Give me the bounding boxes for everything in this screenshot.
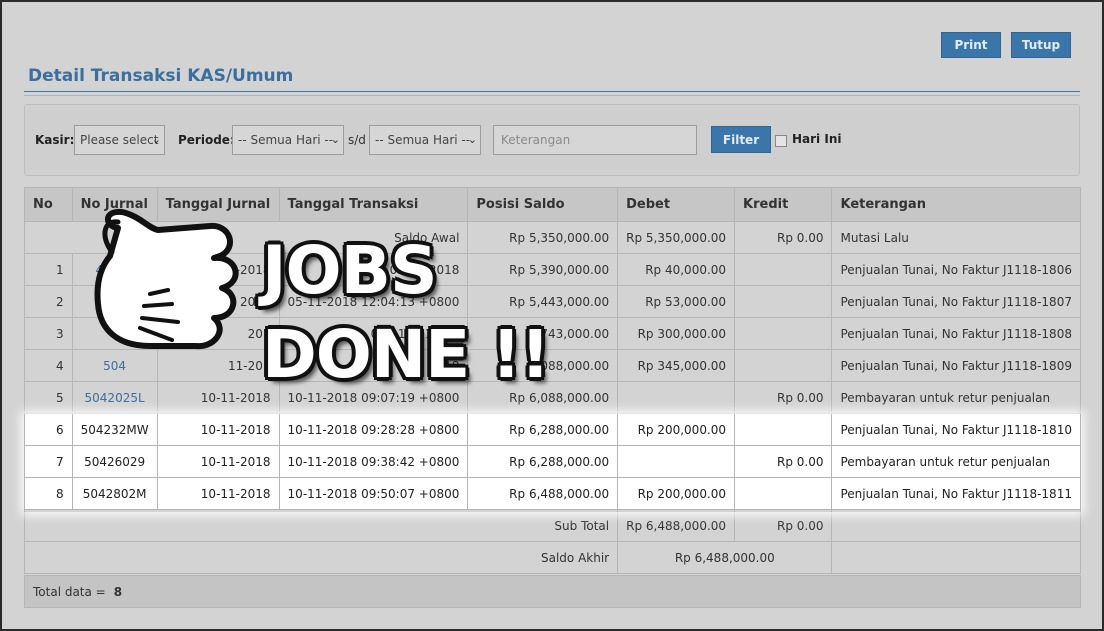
row-keterangan: Penjualan Tunai, No Faktur J1118-1808	[831, 317, 1081, 350]
row-tanggal-transaksi: 10-11-2018 09:28:28 +0800	[278, 413, 469, 446]
table-row: 8 5042802M 10-11-2018 10-11-2018 09:50:07 +…	[24, 477, 1081, 510]
hari-ini-checkbox[interactable]	[775, 135, 787, 147]
total-data-value: 8	[113, 584, 123, 599]
row-jurnal[interactable]: 5042802M	[71, 477, 158, 510]
row-kredit: Rp 0.00	[734, 445, 833, 478]
total-data-label: Total data =	[33, 584, 106, 599]
col-header[interactable]: Debet	[617, 187, 736, 222]
row-debet	[617, 381, 736, 414]
row-jurnal[interactable]: 50426029	[71, 445, 158, 478]
row-tanggal-jurnal: 10-11-2018	[156, 477, 280, 510]
sd-label: s/d	[348, 133, 366, 147]
row-tanggal-transaksi: 10-11-2018 09:50:07 +0800	[278, 477, 469, 510]
keterangan-input[interactable]: Keterangan	[493, 125, 697, 155]
row-keterangan: Pembayaran untuk retur penjualan	[831, 381, 1081, 414]
row-kredit	[734, 253, 833, 286]
hari-ini-label: Hari Ini	[792, 132, 842, 146]
sub-total-row: Sub Total Rp 6,488,000.00 Rp 0.00	[23, 509, 1081, 542]
row-kredit	[734, 413, 833, 446]
saldo-awal-posisi: Rp 5,350,000.00	[467, 221, 619, 254]
col-header[interactable]: Keterangan	[831, 187, 1081, 222]
saldo-awal-kredit: Rp 0.00	[734, 221, 833, 254]
row-debet: Rp 40,000.00	[617, 253, 736, 286]
row-debet	[617, 445, 736, 478]
row-debet: Rp 200,000.00	[617, 413, 736, 446]
row-posisi-saldo: Rp 5,443,000.00	[467, 285, 619, 318]
col-header[interactable]: Posisi Saldo	[467, 187, 619, 222]
sub-total-kredit: Rp 0.00	[734, 509, 833, 542]
saldo-akhir-label: Saldo Akhir	[23, 541, 619, 574]
table-row: 7 50426029 10-11-2018 10-11-2018 09:38:42 +…	[24, 445, 1081, 478]
row-posisi-saldo: Rp 6,288,000.00	[467, 445, 619, 478]
periode-to-select[interactable]: -- Semua Hari -- ⌄	[369, 125, 481, 155]
row-tanggal-jurnal: 10-11-2018	[156, 445, 280, 478]
saldo-akhir-row: Saldo Akhir Rp 6,488,000.00	[23, 541, 1081, 574]
saldo-awal-keterangan: Mutasi Lalu	[831, 221, 1081, 254]
row-tanggal-transaksi: 10-11-2018 09:38:42 +0800	[278, 445, 469, 478]
col-header[interactable]: Tanggal Transaksi	[278, 187, 469, 222]
row-debet: Rp 300,000.00	[617, 317, 736, 350]
row-debet: Rp 53,000.00	[617, 285, 736, 318]
sub-total-empty	[831, 509, 1081, 542]
row-debet: Rp 345,000.00	[617, 349, 736, 382]
sub-total-debet: Rp 6,488,000.00	[617, 509, 736, 542]
row-debet: Rp 200,000.00	[617, 477, 736, 510]
sub-total-label: Sub Total	[23, 509, 619, 542]
thumbs-up-icon	[94, 208, 239, 350]
periode-to-value: -- Semua Hari --	[375, 133, 471, 147]
row-kredit: Rp 0.00	[734, 381, 833, 414]
saldo-awal-debet: Rp 5,350,000.00	[617, 221, 736, 254]
col-header[interactable]: Kredit	[734, 187, 833, 222]
close-button[interactable]: Tutup	[1011, 32, 1071, 58]
row-posisi-saldo: Rp 5,390,000.00	[467, 253, 619, 286]
row-tanggal-jurnal: 10-11-2018	[156, 413, 280, 446]
overlay-text-line2: DONE !!	[262, 316, 550, 393]
row-kredit	[734, 477, 833, 510]
overlay-text-line1: JOBS	[262, 232, 438, 309]
row-kredit	[734, 317, 833, 350]
row-no: 8	[24, 477, 73, 510]
row-keterangan: Penjualan Tunai, No Faktur J1118-1807	[831, 285, 1081, 318]
table-footer: Total data = 8	[24, 575, 1081, 608]
row-posisi-saldo: Rp 6,488,000.00	[467, 477, 619, 510]
row-keterangan: Penjualan Tunai, No Faktur J1118-1810	[831, 413, 1081, 446]
saldo-akhir-value: Rp 6,488,000.00	[617, 541, 833, 574]
row-keterangan: Penjualan Tunai, No Faktur J1118-1811	[831, 477, 1081, 510]
row-no: 6	[24, 413, 73, 446]
row-keterangan: Penjualan Tunai, No Faktur J1118-1806	[831, 253, 1081, 286]
row-no: 7	[24, 445, 73, 478]
row-keterangan: Penjualan Tunai, No Faktur J1118-1809	[831, 349, 1081, 382]
row-keterangan: Pembayaran untuk retur penjualan	[831, 445, 1081, 478]
row-kredit	[734, 349, 833, 382]
chevron-down-icon: ⌄	[467, 133, 477, 146]
chevron-down-icon: ⌄	[330, 133, 340, 146]
row-kredit	[734, 285, 833, 318]
row-posisi-saldo: Rp 6,288,000.00	[467, 413, 619, 446]
row-jurnal[interactable]: 504232MW	[71, 413, 158, 446]
print-button[interactable]: Print	[941, 32, 1001, 58]
filter-button[interactable]: Filter	[711, 126, 771, 153]
table-row: 6 504232MW 10-11-2018 10-11-2018 09:28:28 +…	[24, 413, 1081, 446]
saldo-akhir-empty	[831, 541, 1081, 574]
